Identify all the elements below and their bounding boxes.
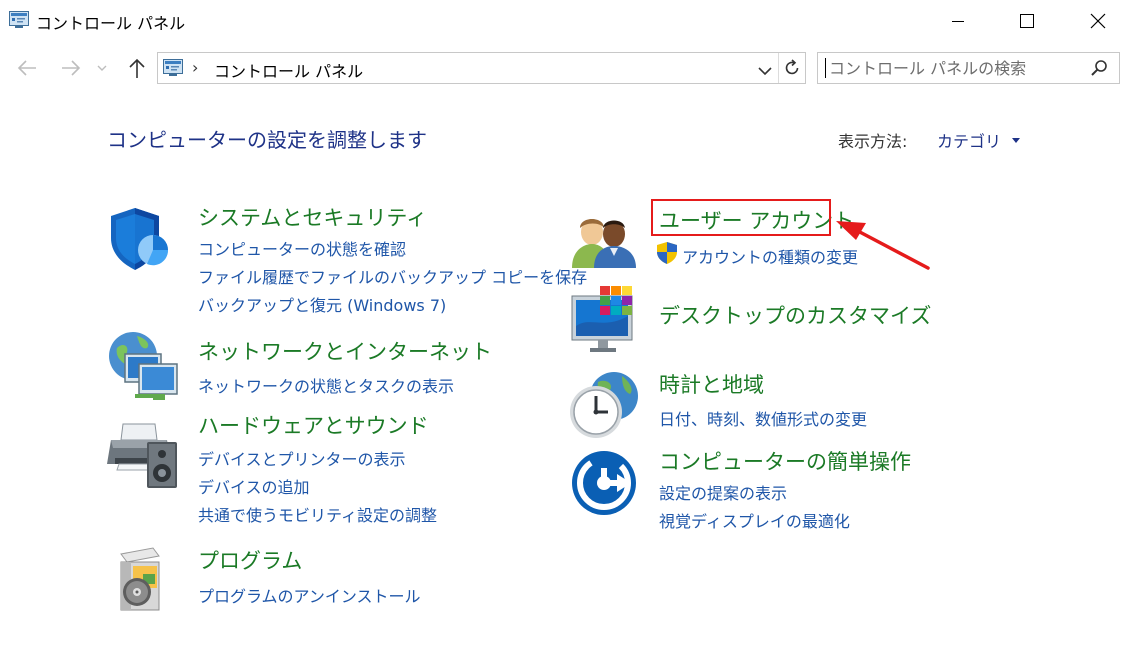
chevron-down-icon <box>97 65 107 71</box>
forward-arrow-icon <box>62 60 81 76</box>
minimize-button[interactable] <box>935 0 981 42</box>
back-arrow-icon <box>17 60 36 76</box>
up-button[interactable] <box>124 55 150 81</box>
annotation-arrow-icon <box>832 218 934 278</box>
desktop-monitor-icon[interactable] <box>570 286 642 360</box>
view-by-label: 表示方法: <box>838 132 908 151</box>
search-button[interactable] <box>1090 59 1108 81</box>
breadcrumb-control-panel[interactable]: コントロール パネル <box>214 58 363 82</box>
link-check-computer-status[interactable]: コンピューターの状態を確認 <box>198 236 406 260</box>
link-uninstall-program[interactable]: プログラムのアンインストール <box>198 583 421 607</box>
ease-of-access-icon[interactable] <box>571 450 639 522</box>
page-title: コンピューターの設定を調整します <box>107 128 427 152</box>
address-dropdown-button[interactable] <box>758 62 772 81</box>
clock-globe-icon[interactable] <box>568 368 640 444</box>
close-icon <box>1090 13 1106 29</box>
link-mobility-settings[interactable]: 共通で使うモビリティ設定の調整 <box>198 502 437 526</box>
close-button[interactable] <box>1075 0 1121 42</box>
dropdown-arrow-icon <box>1012 138 1021 143</box>
control-panel-app-icon <box>9 11 29 28</box>
uac-shield-icon <box>656 241 678 269</box>
refresh-icon <box>785 59 799 75</box>
view-by-dropdown[interactable]: カテゴリ <box>937 128 1021 152</box>
refresh-button[interactable] <box>782 58 802 82</box>
link-devices-printers[interactable]: デバイスとプリンターの表示 <box>198 446 406 470</box>
view-by-value: カテゴリ <box>937 132 1002 151</box>
window-title: コントロール パネル <box>36 14 186 33</box>
category-ease-of-access[interactable]: コンピューターの簡単操作 <box>659 446 911 476</box>
users-icon[interactable] <box>570 210 638 274</box>
up-arrow-icon <box>129 58 145 78</box>
link-file-history-backup[interactable]: ファイル履歴でファイルのバックアップ コピーを保存 <box>198 264 587 288</box>
category-desktop-customization[interactable]: デスクトップのカスタマイズ <box>659 300 931 330</box>
link-optimize-visual-display[interactable]: 視覚ディスプレイの最適化 <box>659 508 850 532</box>
search-icon <box>1091 60 1107 76</box>
title-bar: コントロール パネル <box>0 0 1132 42</box>
printer-speaker-icon[interactable] <box>107 418 183 494</box>
search-box[interactable] <box>817 52 1120 84</box>
maximize-button[interactable] <box>1004 0 1050 42</box>
programs-disc-icon[interactable] <box>115 546 163 616</box>
link-suggested-settings[interactable]: 設定の提案の表示 <box>659 480 787 504</box>
category-network-internet[interactable]: ネットワークとインターネット <box>198 336 492 366</box>
security-shield-icon[interactable] <box>107 206 169 276</box>
category-hardware-sound[interactable]: ハードウェアとサウンド <box>198 410 429 440</box>
back-button[interactable] <box>14 55 40 81</box>
address-divider <box>778 53 779 83</box>
link-change-date-time-format[interactable]: 日付、時刻、数値形式の変更 <box>659 406 867 430</box>
address-bar[interactable]: › コントロール パネル <box>157 52 806 84</box>
link-backup-restore[interactable]: バックアップと復元 (Windows 7) <box>198 292 446 316</box>
recent-locations-button[interactable] <box>94 55 110 81</box>
maximize-icon <box>1020 14 1034 28</box>
control-panel-location-icon <box>163 59 183 80</box>
link-network-status[interactable]: ネットワークの状態とタスクの表示 <box>198 373 454 397</box>
minimize-icon <box>952 21 964 22</box>
search-input[interactable] <box>825 58 1079 78</box>
category-programs[interactable]: プログラム <box>198 545 302 575</box>
forward-button[interactable] <box>58 55 84 81</box>
breadcrumb-separator[interactable]: › <box>192 58 198 77</box>
network-globe-icon[interactable] <box>107 330 183 410</box>
highlight-box <box>651 199 831 236</box>
category-system-security[interactable]: システムとセキュリティ <box>198 202 427 232</box>
link-add-device[interactable]: デバイスの追加 <box>198 474 310 498</box>
category-clock-region[interactable]: 時計と地域 <box>659 369 764 399</box>
chevron-down-icon <box>758 67 772 76</box>
